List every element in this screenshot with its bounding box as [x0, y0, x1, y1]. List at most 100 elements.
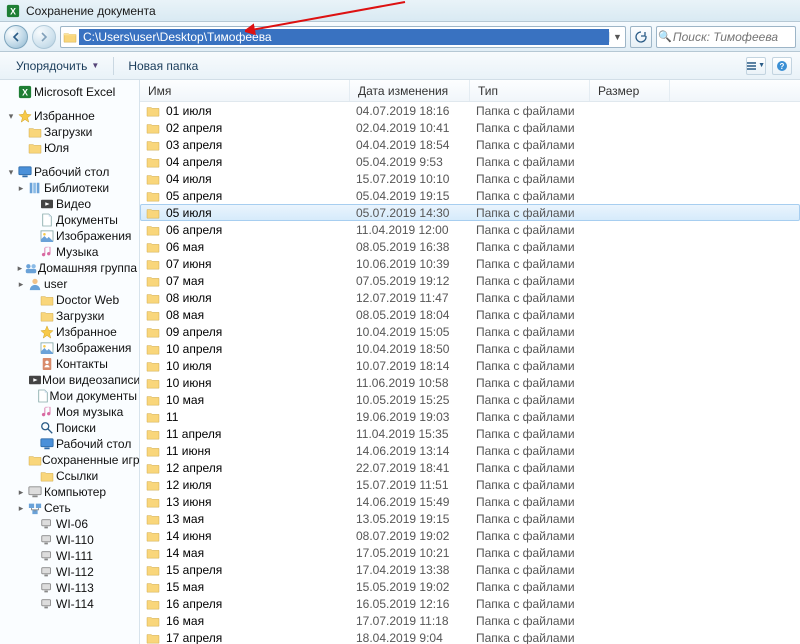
file-row[interactable]: 09 апреля10.04.2019 15:05Папка с файлами — [140, 323, 800, 340]
sidebar-item[interactable]: Видео — [4, 196, 139, 212]
sidebar-item[interactable]: WI-110 — [4, 532, 139, 548]
file-row[interactable]: 16 апреля16.05.2019 12:16Папка с файлами — [140, 595, 800, 612]
sidebar-item[interactable]: Моя музыка — [4, 404, 139, 420]
file-row[interactable]: 06 мая08.05.2019 16:38Папка с файлами — [140, 238, 800, 255]
sidebar-item[interactable]: Музыка — [4, 244, 139, 260]
sidebar-item[interactable]: Поиски — [4, 420, 139, 436]
sidebar-item[interactable]: ▸user — [4, 276, 139, 292]
sidebar-item[interactable]: WI-06 — [4, 516, 139, 532]
sidebar-item-label: Сеть — [44, 501, 71, 515]
file-row[interactable]: 04 апреля05.04.2019 9:53Папка с файлами — [140, 153, 800, 170]
file-row[interactable]: 08 июля12.07.2019 11:47Папка с файлами — [140, 289, 800, 306]
sidebar-item[interactable]: Мои видеозаписи — [4, 372, 139, 388]
folder-icon — [146, 343, 166, 355]
file-row[interactable]: 07 мая07.05.2019 19:12Папка с файлами — [140, 272, 800, 289]
address-dropdown[interactable]: ▼ — [609, 32, 625, 42]
file-date: 11.04.2019 12:00 — [356, 223, 476, 237]
expand-icon[interactable]: ▸ — [16, 279, 26, 290]
file-row[interactable]: 13 июня14.06.2019 15:49Папка с файлами — [140, 493, 800, 510]
file-row[interactable]: 14 июня08.07.2019 19:02Папка с файлами — [140, 527, 800, 544]
forward-button[interactable] — [32, 25, 56, 49]
sidebar-item[interactable]: Изображения — [4, 340, 139, 356]
sidebar-item[interactable]: WI-113 — [4, 580, 139, 596]
sidebar-item[interactable]: Документы — [4, 212, 139, 228]
file-row[interactable]: 10 мая10.05.2019 15:25Папка с файлами — [140, 391, 800, 408]
new-folder-button[interactable]: Новая папка — [120, 56, 206, 76]
sidebar-item[interactable]: Ссылки — [4, 468, 139, 484]
sidebar-item[interactable]: WI-111 — [4, 548, 139, 564]
organize-button[interactable]: Упорядочить ▼ — [8, 56, 107, 76]
file-row[interactable]: 14 мая17.05.2019 10:21Папка с файлами — [140, 544, 800, 561]
file-date: 02.04.2019 10:41 — [356, 121, 476, 135]
file-row[interactable]: 04 июля15.07.2019 10:10Папка с файлами — [140, 170, 800, 187]
sidebar-item[interactable]: Загрузки — [4, 308, 139, 324]
sidebar-item[interactable]: XMicrosoft Excel — [4, 84, 139, 100]
expand-icon[interactable]: ▾ — [6, 111, 16, 122]
file-row[interactable]: 06 апреля11.04.2019 12:00Папка с файлами — [140, 221, 800, 238]
file-date: 10.04.2019 18:50 — [356, 342, 476, 356]
view-mode-button[interactable]: ▼ — [746, 57, 766, 75]
help-button[interactable]: ? — [772, 57, 792, 75]
file-row[interactable]: 10 июня11.06.2019 10:58Папка с файлами — [140, 374, 800, 391]
file-row[interactable]: 07 июня10.06.2019 10:39Папка с файлами — [140, 255, 800, 272]
file-row[interactable]: 11 июня14.06.2019 13:14Папка с файлами — [140, 442, 800, 459]
file-row[interactable]: 05 апреля05.04.2019 19:15Папка с файлами — [140, 187, 800, 204]
file-row[interactable]: 16 мая17.07.2019 11:18Папка с файлами — [140, 612, 800, 629]
file-row[interactable]: 01 июля04.07.2019 18:16Папка с файлами — [140, 102, 800, 119]
search-box[interactable]: 🔍 — [656, 26, 796, 48]
file-name: 14 мая — [166, 546, 356, 560]
sidebar-item[interactable]: ▸Домашняя группа — [4, 260, 139, 276]
refresh-button[interactable] — [630, 26, 652, 48]
address-path[interactable]: C:\Users\user\Desktop\Тимофеева — [79, 29, 609, 45]
column-size[interactable]: Размер — [590, 80, 670, 101]
column-type[interactable]: Тип — [470, 80, 590, 101]
file-type: Папка с файлами — [476, 240, 596, 254]
sidebar-item[interactable]: WI-112 — [4, 564, 139, 580]
file-row[interactable]: 08 мая08.05.2019 18:04Папка с файлами — [140, 306, 800, 323]
file-row[interactable]: 15 мая15.05.2019 19:02Папка с файлами — [140, 578, 800, 595]
sidebar-item[interactable]: ▸ Сеть — [4, 500, 139, 516]
sidebar-item[interactable]: ▾Рабочий стол — [4, 164, 139, 180]
expand-icon[interactable]: ▸ — [16, 183, 26, 194]
address-field[interactable]: C:\Users\user\Desktop\Тимофеева ▼ — [60, 26, 626, 48]
expand-icon[interactable]: ▸ — [16, 263, 24, 274]
column-date[interactable]: Дата изменения — [350, 80, 470, 101]
file-row[interactable]: 15 апреля17.04.2019 13:38Папка с файлами — [140, 561, 800, 578]
file-type: Папка с файлами — [476, 274, 596, 288]
expand-icon[interactable]: ▾ — [6, 167, 16, 178]
search-input[interactable] — [673, 30, 795, 44]
column-name[interactable]: Имя — [140, 80, 350, 101]
file-row[interactable]: 02 апреля02.04.2019 10:41Папка с файлами — [140, 119, 800, 136]
file-list[interactable]: 01 июля04.07.2019 18:16Папка с файлами02… — [140, 102, 800, 644]
file-row[interactable]: 05 июля05.07.2019 14:30Папка с файлами — [140, 204, 800, 221]
sidebar-item[interactable]: ▸Компьютер — [4, 484, 139, 500]
expand-icon[interactable]: ▸ — [16, 503, 26, 514]
sidebar-item[interactable]: Рабочий стол — [4, 436, 139, 452]
sidebar-item[interactable]: Контакты — [4, 356, 139, 372]
folder-icon — [38, 294, 56, 306]
sidebar-item[interactable]: Избранное — [4, 324, 139, 340]
file-row[interactable]: 12 апреля22.07.2019 18:41Папка с файлами — [140, 459, 800, 476]
file-row[interactable]: 13 мая13.05.2019 19:15Папка с файлами — [140, 510, 800, 527]
svg-text:X: X — [10, 6, 16, 16]
sidebar-item[interactable]: ▸Библиотеки — [4, 180, 139, 196]
file-row[interactable]: 1119.06.2019 19:03Папка с файлами — [140, 408, 800, 425]
file-row[interactable]: 10 июля10.07.2019 18:14Папка с файлами — [140, 357, 800, 374]
sidebar-item[interactable]: Загрузки — [4, 124, 139, 140]
expand-icon[interactable]: ▸ — [16, 487, 26, 498]
sidebar-item[interactable]: Сохраненные игры — [4, 452, 139, 468]
navigation-sidebar[interactable]: XMicrosoft Excel▾ИзбранноеЗагрузкиЮля▾Ра… — [0, 80, 140, 644]
sidebar-item[interactable]: WI-114 — [4, 596, 139, 612]
sidebar-item[interactable]: Юля — [4, 140, 139, 156]
back-button[interactable] — [4, 25, 28, 49]
sidebar-item[interactable]: ▾Избранное — [4, 108, 139, 124]
file-name: 08 июля — [166, 291, 356, 305]
file-row[interactable]: 03 апреля04.04.2019 18:54Папка с файлами — [140, 136, 800, 153]
file-row[interactable]: 12 июля15.07.2019 11:51Папка с файлами — [140, 476, 800, 493]
sidebar-item[interactable]: Мои документы — [4, 388, 139, 404]
sidebar-item[interactable]: Изображения — [4, 228, 139, 244]
sidebar-item[interactable]: Doctor Web — [4, 292, 139, 308]
file-row[interactable]: 17 апреля18.04.2019 9:04Папка с файлами — [140, 629, 800, 644]
file-row[interactable]: 10 апреля10.04.2019 18:50Папка с файлами — [140, 340, 800, 357]
file-row[interactable]: 11 апреля11.04.2019 15:35Папка с файлами — [140, 425, 800, 442]
